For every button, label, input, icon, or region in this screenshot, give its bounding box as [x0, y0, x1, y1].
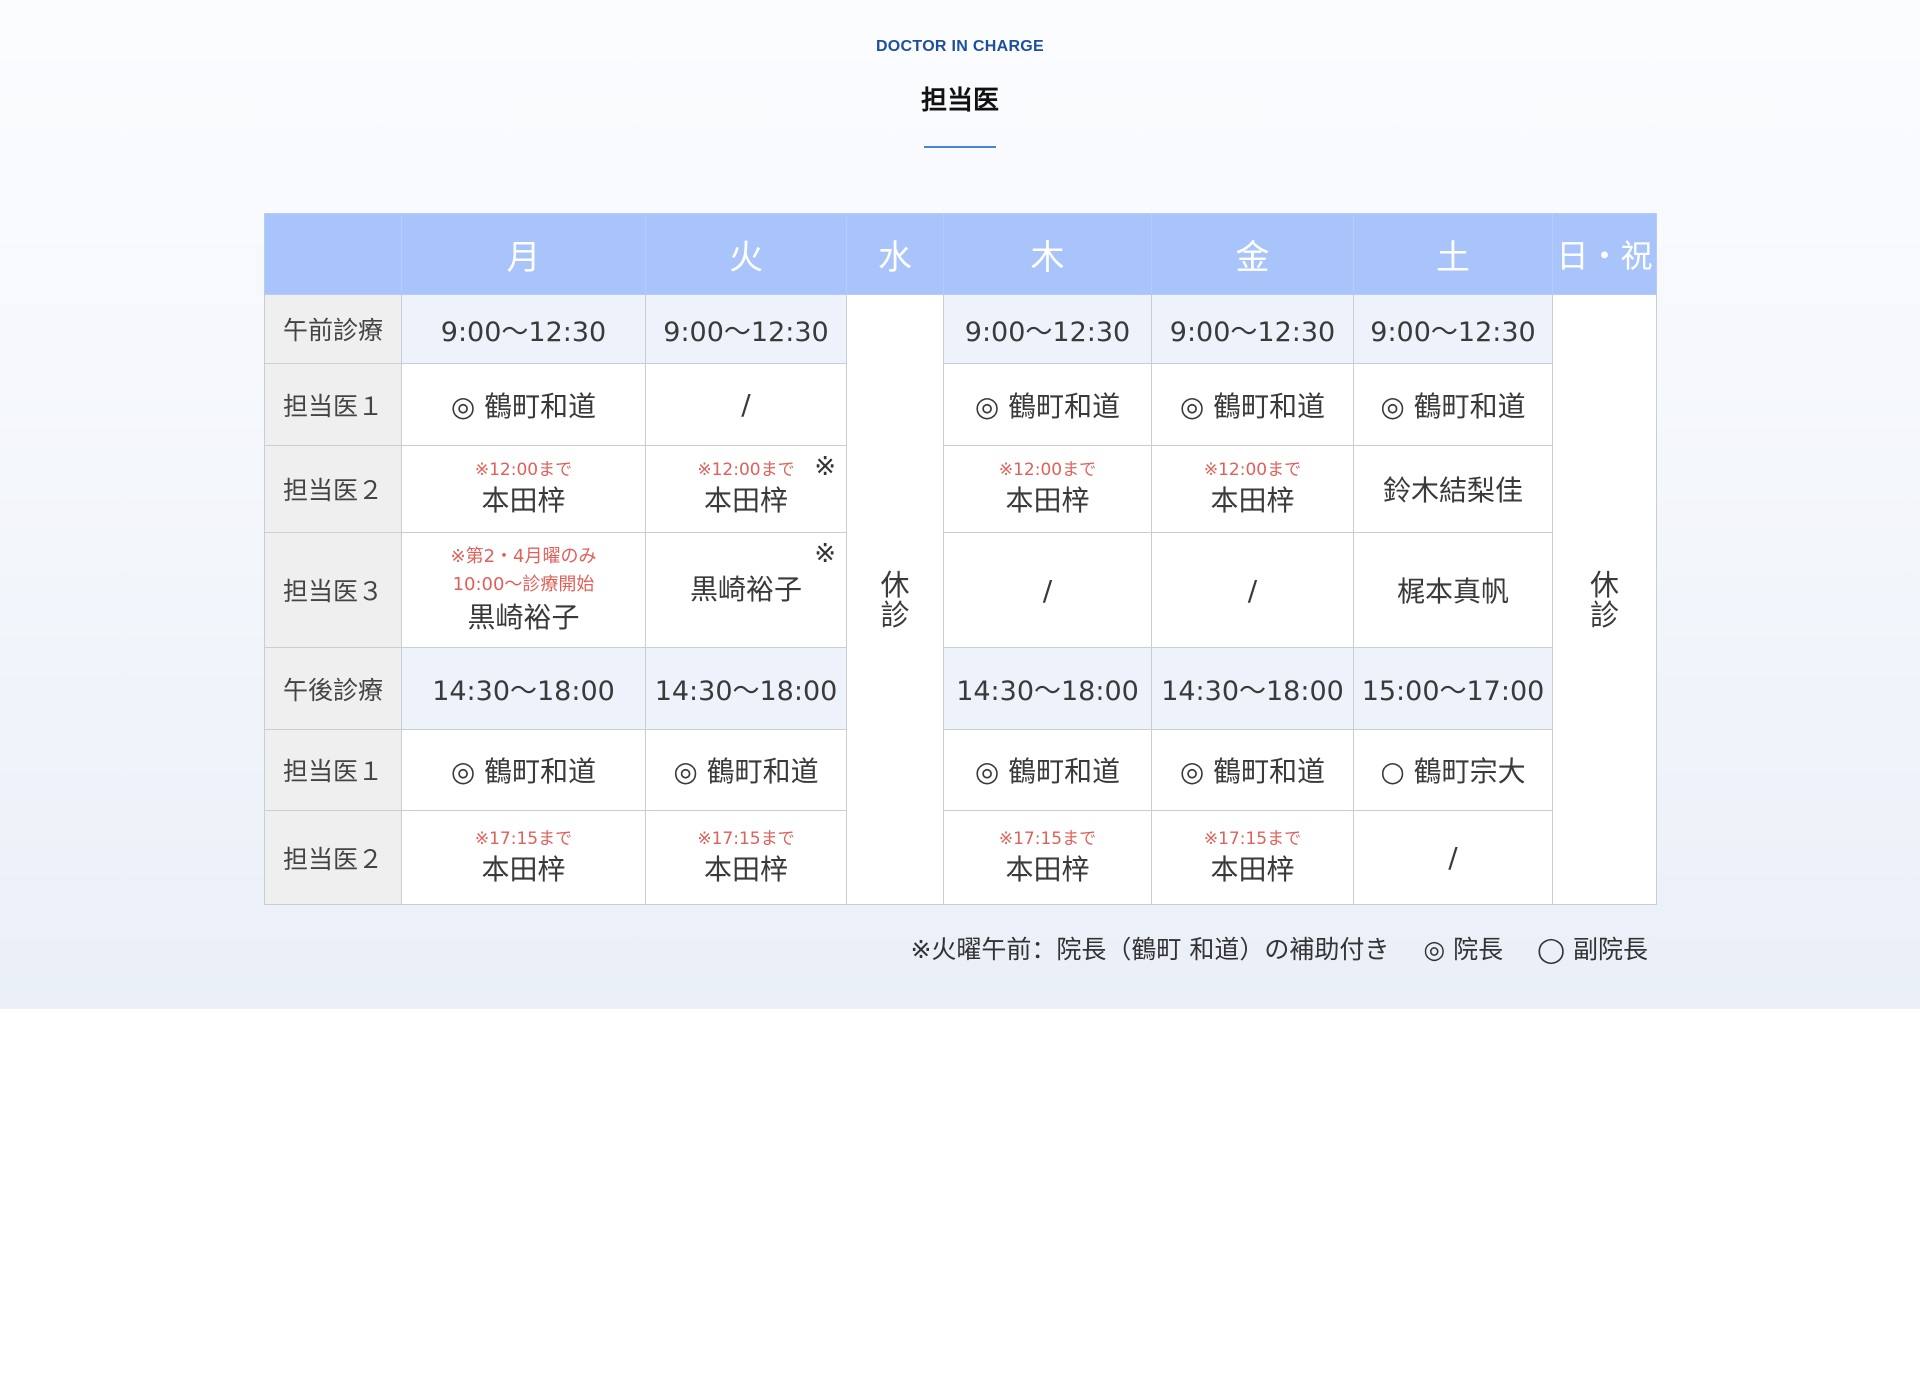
am-doc2-thu: ※12:00まで 本田梓: [943, 445, 1152, 533]
pm-doc2-tue-note: ※17:15まで: [697, 828, 795, 849]
am-doc2-tue: ※ ※12:00まで 本田梓: [645, 445, 847, 533]
pm-doc1-row: 担当医１ ◎ 鶴町和道 ◎ 鶴町和道 ◎ 鶴町和道 ◎ 鶴町和道 ○ 鶴町宗大: [264, 729, 1657, 811]
row-label-pm-doc2: 担当医２: [264, 810, 402, 905]
day-header-sat: 土: [1353, 213, 1553, 295]
pm-time-row: 午後診療 14:30〜18:00 14:30〜18:00 14:30〜18:00…: [264, 647, 1657, 730]
am-doc2-tue-mark: ※: [814, 452, 836, 482]
pm-time-fri: 14:30〜18:00: [1151, 647, 1354, 730]
title-underline: [924, 146, 996, 148]
am-time-row: 午前診療 9:00〜12:30 9:00〜12:30 休 診 9:00〜12:3…: [264, 294, 1657, 905]
am-doc3-thu: /: [943, 532, 1152, 648]
pm-doc2-fri: ※17:15まで 本田梓: [1151, 810, 1354, 905]
row-label-pm-doc1: 担当医１: [264, 729, 402, 811]
closed-wed-text: 休 診: [880, 567, 910, 632]
am-doc2-tue-name: 本田梓: [703, 484, 788, 517]
pm-doc2-thu-name: 本田梓: [1005, 852, 1090, 886]
day-header-wed: 水: [846, 213, 944, 295]
closed-sun-holiday: 休 診: [1552, 294, 1657, 905]
am-doc2-mon-name: 本田梓: [481, 484, 566, 517]
day-header-sun-holiday: 日・祝: [1552, 213, 1657, 295]
section-title: 担当医: [920, 86, 999, 116]
am-time-thu: 9:00〜12:30: [943, 294, 1152, 364]
am-doc2-thu-name: 本田梓: [1005, 484, 1090, 517]
pm-doc2-mon-name: 本田梓: [481, 852, 566, 886]
row-label-am-doc1: 担当医１: [264, 363, 402, 446]
am-doc3-tue-name: 黒崎裕子: [689, 573, 802, 606]
am-doc3-row: 担当医３ ※第2・4月曜のみ 10:00〜診療開始 黒崎裕子 ※ 黒崎裕子 / …: [264, 532, 1657, 648]
closed-wed: 休 診: [846, 294, 944, 905]
pm-doc2-thu: ※17:15まで 本田梓: [943, 810, 1152, 905]
day-header-tue: 火: [645, 213, 847, 295]
am-doc3-mon-name: 黒崎裕子: [467, 601, 580, 634]
pm-time-tue: 14:30〜18:00: [645, 647, 847, 730]
am-doc3-fri: /: [1151, 532, 1354, 648]
row-label-pm: 午後診療: [264, 647, 402, 730]
pm-doc2-tue-name: 本田梓: [703, 852, 788, 886]
legend-vice-director: ◯ 副院長: [1537, 935, 1648, 964]
row-label-am-doc3: 担当医３: [264, 532, 402, 648]
day-header-mon: 月: [401, 213, 646, 295]
pm-time-sat: 15:00〜17:00: [1353, 647, 1553, 730]
am-doc2-fri-name: 本田梓: [1210, 484, 1295, 517]
am-doc2-mon: ※12:00まで 本田梓: [401, 445, 646, 533]
row-label-am-doc2: 担当医２: [264, 445, 402, 533]
pm-doc2-fri-note: ※17:15まで: [1203, 828, 1302, 849]
am-doc3-sat: 梶本真帆: [1353, 532, 1553, 648]
am-time-sat: 9:00〜12:30: [1353, 294, 1553, 364]
am-doc1-tue: /: [645, 363, 847, 446]
am-doc1-row: 担当医１ ◎ 鶴町和道 / ◎ 鶴町和道 ◎ 鶴町和道 ◎ 鶴町和道: [264, 363, 1657, 446]
pm-doc2-mon: ※17:15まで 本田梓: [401, 810, 646, 905]
pm-doc1-thu: ◎ 鶴町和道: [943, 729, 1152, 811]
pm-doc1-mon: ◎ 鶴町和道: [401, 729, 646, 811]
am-time-tue: 9:00〜12:30: [645, 294, 847, 364]
am-doc2-fri: ※12:00まで 本田梓: [1151, 445, 1354, 533]
pm-doc2-mon-note: ※17:15まで: [474, 828, 573, 849]
pm-doc2-row: 担当医２ ※17:15まで 本田梓 ※17:15まで 本田梓 ※17:15まで …: [264, 810, 1657, 905]
pm-doc1-sat: ○ 鶴町宗大: [1353, 729, 1553, 811]
am-doc3-mon-note1: ※第2・4月曜のみ: [450, 546, 597, 567]
am-doc3-tue: ※ 黒崎裕子: [645, 532, 847, 648]
am-time-fri: 9:00〜12:30: [1151, 294, 1354, 364]
am-doc3-mon-note2: 10:00〜診療開始: [452, 574, 595, 595]
day-header-row: 月 火 水 木 金 土 日・祝: [264, 213, 1657, 295]
am-doc3-mon: ※第2・4月曜のみ 10:00〜診療開始 黒崎裕子: [401, 532, 646, 648]
am-doc2-sat: 鈴木結梨佳: [1353, 445, 1553, 533]
am-doc1-fri: ◎ 鶴町和道: [1151, 363, 1354, 446]
footnote-assist-note: ※火曜午前：院長（鶴町 和道）の補助付き: [910, 935, 1390, 964]
pm-time-thu: 14:30〜18:00: [943, 647, 1152, 730]
schedule-table: 月 火 水 木 金 土 日・祝 午前診療 9:00〜12:30 9:00〜12:…: [264, 213, 1657, 905]
pm-time-mon: 14:30〜18:00: [401, 647, 646, 730]
closed-sun-text: 休 診: [1589, 567, 1619, 632]
am-doc2-fri-note: ※12:00まで: [1203, 460, 1302, 480]
am-doc2-row: 担当医２ ※12:00まで 本田梓 ※ ※12:00まで 本田梓 ※12:00ま…: [264, 445, 1657, 533]
am-doc2-thu-note: ※12:00まで: [998, 460, 1097, 480]
header-corner: [264, 213, 402, 295]
legend-director: ◎ 院長: [1423, 935, 1504, 964]
pm-doc2-sat: /: [1353, 810, 1553, 905]
day-header-fri: 金: [1151, 213, 1354, 295]
pm-doc1-tue: ◎ 鶴町和道: [645, 729, 847, 811]
am-doc3-tue-mark: ※: [814, 539, 836, 569]
section-eyebrow: DOCTOR IN CHARGE: [875, 38, 1045, 55]
schedule-footnote: ※火曜午前：院長（鶴町 和道）の補助付き ◎ 院長 ◯ 副院長: [910, 930, 1648, 966]
am-doc1-mon: ◎ 鶴町和道: [401, 363, 646, 446]
pm-doc1-fri: ◎ 鶴町和道: [1151, 729, 1354, 811]
row-label-am: 午前診療: [264, 294, 402, 364]
am-doc2-mon-note: ※12:00まで: [474, 460, 573, 480]
pm-doc2-tue: ※17:15まで 本田梓: [645, 810, 847, 905]
am-time-mon: 9:00〜12:30: [401, 294, 646, 364]
am-doc1-thu: ◎ 鶴町和道: [943, 363, 1152, 446]
pm-doc2-thu-note: ※17:15まで: [998, 828, 1097, 849]
pm-doc2-fri-name: 本田梓: [1210, 852, 1295, 886]
doctor-schedule-section: DOCTOR IN CHARGE 担当医 月 火 水 木 金 土 日・祝 午前診…: [0, 0, 1920, 1009]
am-doc1-sat: ◎ 鶴町和道: [1353, 363, 1553, 446]
day-header-thu: 木: [943, 213, 1152, 295]
